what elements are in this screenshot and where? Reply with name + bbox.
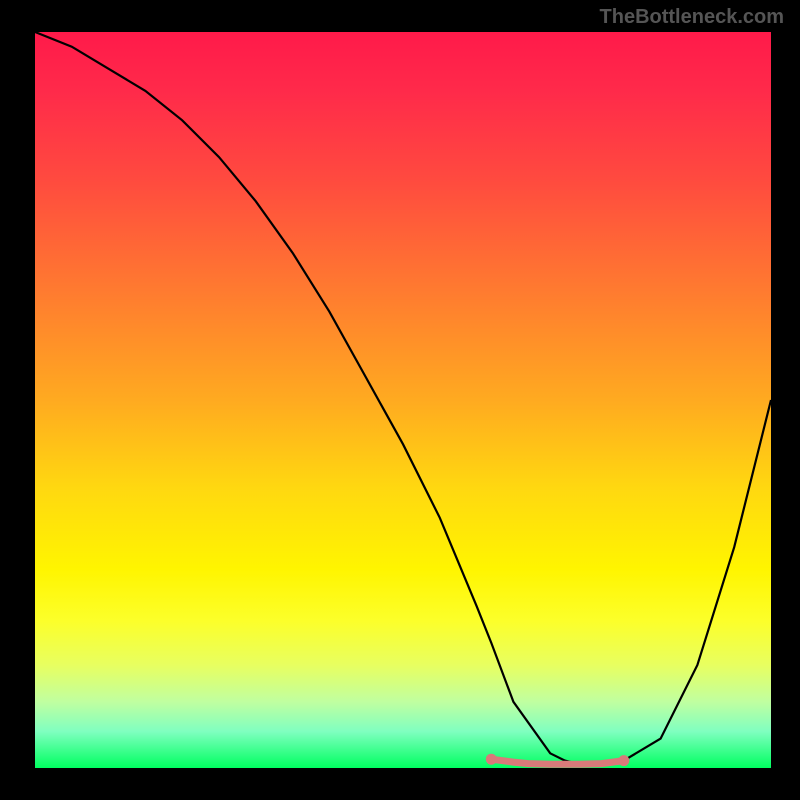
plot-area bbox=[35, 32, 771, 768]
optimal-range-markers bbox=[486, 754, 630, 766]
curve-svg bbox=[35, 32, 771, 768]
optimal-range-line bbox=[491, 759, 624, 764]
optimal-range-endpoint bbox=[486, 754, 497, 765]
watermark-text: TheBottleneck.com bbox=[600, 6, 784, 29]
bottleneck-curve-line bbox=[35, 32, 771, 764]
chart-container: TheBottleneck.com bbox=[0, 0, 800, 800]
optimal-range-endpoint bbox=[618, 755, 629, 766]
